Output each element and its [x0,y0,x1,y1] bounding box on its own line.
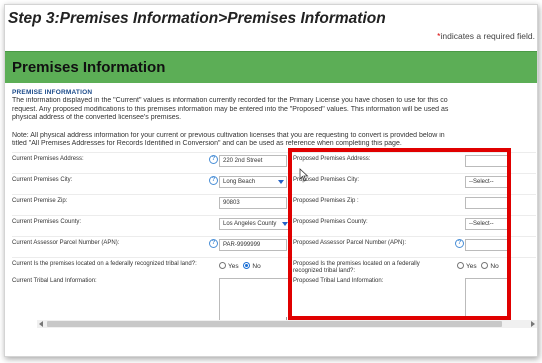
proposed-tribal-label: Proposed Is the premises located on a fe… [293,261,420,274]
help-icon[interactable]: ? [209,239,218,248]
current-city-value: Long Beach [223,179,256,185]
section-header-bar: Premises Information [5,51,537,83]
intro-text: PREMISE INFORMATION The information disp… [12,89,536,149]
note-paragraph-line: titled "All Premises Addresses for Recor… [12,140,402,147]
step-title: Step 3:Premises Information>Premises Inf… [8,10,386,27]
proposed-tribal-yes-radio[interactable] [457,262,464,269]
proposed-city-select-value: --Select-- [469,179,494,185]
apn-row: Current Assessor Parcel Number (APN): ? … [12,236,536,254]
proposed-city-select[interactable]: --Select-- [465,176,510,188]
current-county-select: Los Angeles County [219,218,291,230]
proposed-address-label: Proposed Premises Address: [293,156,371,162]
current-tribal-yes-radio [219,262,226,269]
help-icon[interactable]: ? [209,155,218,164]
current-tribal-radios: Yes No [219,262,261,270]
current-address-field: 220 2nd Street [219,155,287,167]
intro-paragraph-line: request. Any proposed modifications to t… [12,105,449,113]
chevron-down-icon [278,180,284,184]
current-tribal-yes-label: Yes [228,263,239,270]
scroll-right-arrow-icon[interactable] [531,321,535,327]
county-row: Current Premises County: Los Angeles Cou… [12,215,536,233]
premises-fields: Current Premises Address: ? 220 2nd Stre… [12,152,536,327]
zip-row: Current Premise Zip: 90803 Proposed Prem… [12,194,536,212]
current-tribal-no-label: No [252,263,261,270]
current-apn-field: PAR-9999999 [219,239,287,251]
proposed-county-label: Proposed Premises County: [293,219,368,225]
proposed-tribal-no-radio[interactable] [481,262,489,269]
required-note-text: indicates a required field. [440,31,535,41]
proposed-tribal-info-textarea[interactable] [465,278,510,321]
current-city-label: Current Premises City: [12,177,73,183]
city-row: Current Premises City: ? Long Beach Prop… [12,173,536,191]
scroll-thumb[interactable] [47,321,502,327]
scroll-left-arrow-icon[interactable] [39,321,43,327]
proposed-county-select-value: --Select-- [469,221,494,227]
required-field-note: *indicates a required field. [437,31,535,41]
proposed-tribal-radios: Yes No [457,262,499,270]
help-icon[interactable]: ? [209,176,218,185]
current-address-label: Current Premises Address: [12,156,84,162]
chevron-down-icon [282,222,288,226]
proposed-zip-label: Proposed Premises Zip : [293,198,359,204]
current-tribal-info-label: Current Tribal Land Information: [12,278,97,284]
current-zip-field: 90803 [219,197,287,209]
tribal-row: Current Is the premises located on a fed… [12,257,536,275]
proposed-county-select[interactable]: --Select-- [465,218,510,230]
proposed-apn-input[interactable] [465,239,510,251]
current-city-select: Long Beach [219,176,287,188]
help-icon[interactable]: ? [455,239,464,248]
current-county-label: Current Premises County: [12,219,82,225]
intro-paragraph-line: physical address of the converted licens… [12,114,182,121]
current-county-value: Los Angeles County [223,221,277,227]
premises-information-panel: Step 3:Premises Information>Premises Inf… [4,4,538,357]
proposed-address-input[interactable] [465,155,510,167]
mouse-cursor-icon [299,168,309,182]
address-row: Current Premises Address: ? 220 2nd Stre… [12,152,536,170]
proposed-apn-label: Proposed Assessor Parcel Number (APN): [293,240,407,246]
proposed-tribal-info-label: Proposed Tribal Land Information: [293,278,384,284]
section-title: Premises Information [12,59,166,76]
note-paragraph-line: Note: All physical address information f… [12,131,445,139]
proposed-tribal-yes-label: Yes [466,263,477,270]
current-apn-label: Current Assessor Parcel Number (APN): [12,240,120,246]
current-tribal-no-radio [243,262,251,269]
section-subheading: PREMISE INFORMATION [12,89,93,96]
intro-paragraph-line: The information displayed in the "Curren… [12,97,448,104]
current-zip-label: Current Premise Zip: [12,198,68,204]
proposed-zip-input[interactable] [465,197,510,209]
proposed-tribal-no-label: No [490,263,499,270]
current-tribal-info-textarea [219,278,289,324]
current-tribal-label: Current Is the premises located on a fed… [12,261,197,267]
horizontal-scrollbar[interactable] [37,320,537,328]
